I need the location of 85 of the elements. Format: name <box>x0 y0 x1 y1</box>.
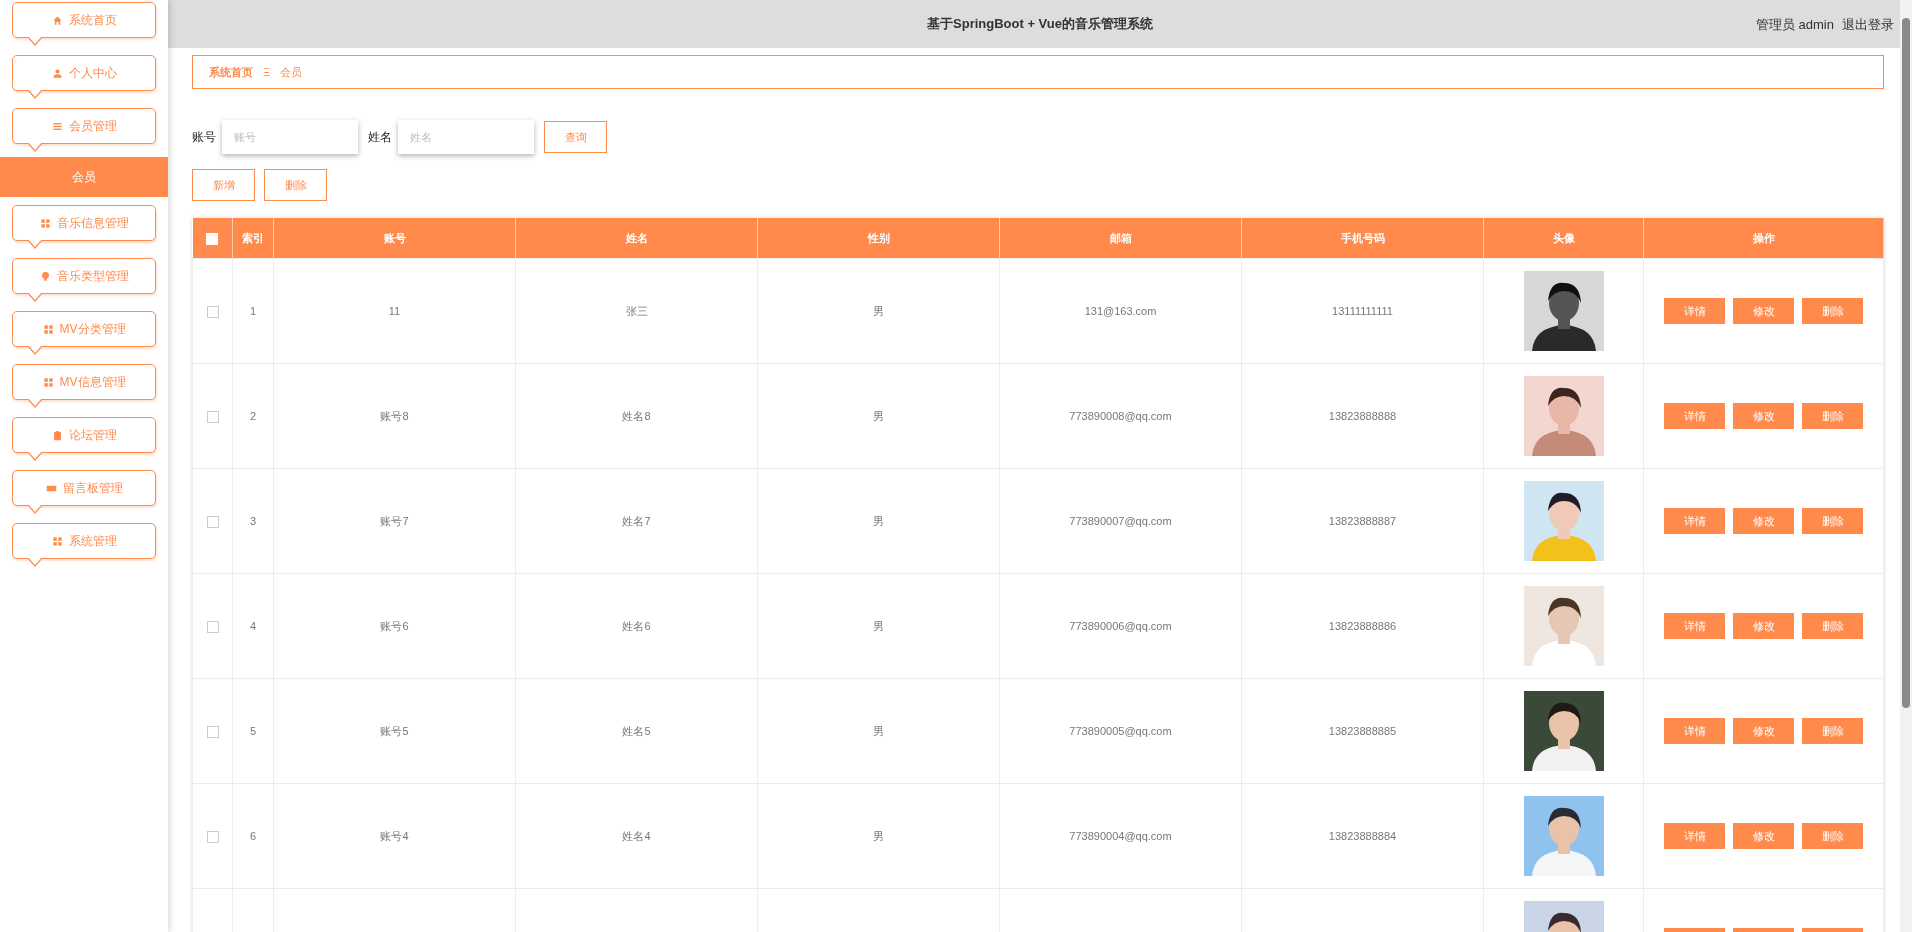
table-cell: 姓名8 <box>515 363 758 469</box>
column-header: 手机号码 <box>1241 218 1484 259</box>
table-cell: 1 <box>232 258 274 364</box>
column-header: 性别 <box>757 218 1000 259</box>
table-cell: 姓名6 <box>515 573 758 679</box>
table-cell: 账号8 <box>273 363 516 469</box>
table-cell: 3 <box>232 468 274 574</box>
row-action-button[interactable]: 删除 <box>1802 508 1863 534</box>
user-name: 管理员 admin <box>1755 16 1834 34</box>
filter-input[interactable]: 姓名 <box>398 120 534 154</box>
table-cell: 773890006@qq.com <box>999 573 1242 679</box>
submenu-item[interactable]: 会员 <box>0 157 168 197</box>
row-action-button[interactable]: 修改 <box>1733 508 1794 534</box>
filter-label: 姓名 <box>368 128 392 146</box>
app-title: 基于SpringBoot + Vue的音乐管理系统 <box>927 15 1153 33</box>
table-cell: 账号6 <box>273 573 516 679</box>
row-action-button[interactable]: 删除 <box>1802 718 1863 744</box>
table-cell: 773890008@qq.com <box>999 363 1242 469</box>
column-header: 账号 <box>273 218 516 259</box>
sidebar-menu-item[interactable]: MV分类管理 <box>12 311 156 347</box>
breadcrumb-link[interactable]: 会员 <box>280 64 303 80</box>
table-cell: 男 <box>757 573 1000 679</box>
table-cell: 姓名4 <box>515 783 758 889</box>
row-action-button[interactable]: 详情 <box>1664 613 1725 639</box>
row-action-button[interactable]: 删除 <box>1802 403 1863 429</box>
row-action-button[interactable]: 详情 <box>1664 403 1725 429</box>
table-cell: 773890005@qq.com <box>999 678 1242 784</box>
column-header: 邮箱 <box>999 218 1242 259</box>
column-header: 姓名 <box>515 218 758 259</box>
table-cell: 账号7 <box>273 468 516 574</box>
table-cell: 男 <box>757 783 1000 889</box>
table-cell: 男 <box>757 363 1000 469</box>
row-action-button[interactable]: 修改 <box>1733 613 1794 639</box>
row-action-button[interactable]: 删除 <box>1802 298 1863 324</box>
row-action-button[interactable]: 详情 <box>1664 298 1725 324</box>
action-button[interactable]: 删除 <box>264 169 327 201</box>
sidebar-menu-item[interactable]: MV信息管理 <box>12 364 156 400</box>
row-action-button[interactable]: 修改 <box>1733 718 1794 744</box>
table-cell: 男 <box>757 468 1000 574</box>
row-action-button[interactable]: 修改 <box>1733 403 1794 429</box>
table-cell: 13823888886 <box>1241 573 1484 679</box>
table-cell: 13823888887 <box>1241 468 1484 574</box>
table-cell: 姓名7 <box>515 468 758 574</box>
logout-link[interactable]: 退出登录 <box>1842 16 1894 34</box>
sidebar-menu-item[interactable]: 系统管理 <box>12 523 156 559</box>
sidebar-menu-item[interactable]: 留言板管理 <box>12 470 156 506</box>
sidebar-menu-item[interactable]: 音乐信息管理 <box>12 205 156 241</box>
table-cell: 131@163.com <box>999 258 1242 364</box>
row-action-button[interactable]: 详情 <box>1664 823 1725 849</box>
table-cell: 男 <box>757 258 1000 364</box>
sidebar-menu-item[interactable]: 会员管理 <box>12 108 156 144</box>
table-cell: 姓名5 <box>515 678 758 784</box>
table-cell: 账号5 <box>273 678 516 784</box>
table-cell: 6 <box>232 783 274 889</box>
table-cell: 13823888884 <box>1241 783 1484 889</box>
row-action-button[interactable]: 修改 <box>1733 298 1794 324</box>
row-action-button[interactable]: 修改 <box>1733 823 1794 849</box>
breadcrumb-separator: Ξ <box>263 66 271 78</box>
action-button[interactable]: 新增 <box>192 169 255 201</box>
row-action-button[interactable]: 详情 <box>1664 718 1725 744</box>
table-cell: 2 <box>232 363 274 469</box>
table-cell: 773890007@qq.com <box>999 468 1242 574</box>
column-header: 索引 <box>232 218 274 259</box>
breadcrumb-link[interactable]: 系统首页 <box>209 64 253 80</box>
search-button[interactable]: 查询 <box>544 121 607 153</box>
filter-label: 账号 <box>192 128 216 146</box>
row-action-button[interactable]: 详情 <box>1664 508 1725 534</box>
table-cell: 男 <box>757 678 1000 784</box>
table-cell: 账号4 <box>273 783 516 889</box>
sidebar-menu-item[interactable]: 个人中心 <box>12 55 156 91</box>
sidebar-menu-item[interactable]: 论坛管理 <box>12 417 156 453</box>
table-cell: 13111111111 <box>1241 258 1484 364</box>
column-header: 操作 <box>1643 218 1884 259</box>
table-cell: 4 <box>232 573 274 679</box>
row-action-button[interactable]: 删除 <box>1802 613 1863 639</box>
column-header: 头像 <box>1483 218 1644 259</box>
table-cell: 11 <box>273 258 516 364</box>
row-action-button[interactable]: 删除 <box>1802 823 1863 849</box>
sidebar-menu-item[interactable]: 系统首页 <box>12 2 156 38</box>
table-cell: 5 <box>232 678 274 784</box>
table-cell: 773890004@qq.com <box>999 783 1242 889</box>
table-cell: 13823888885 <box>1241 678 1484 784</box>
sidebar-menu-item[interactable]: 音乐类型管理 <box>12 258 156 294</box>
table-cell: 13823888888 <box>1241 363 1484 469</box>
table-cell: 张三 <box>515 258 758 364</box>
